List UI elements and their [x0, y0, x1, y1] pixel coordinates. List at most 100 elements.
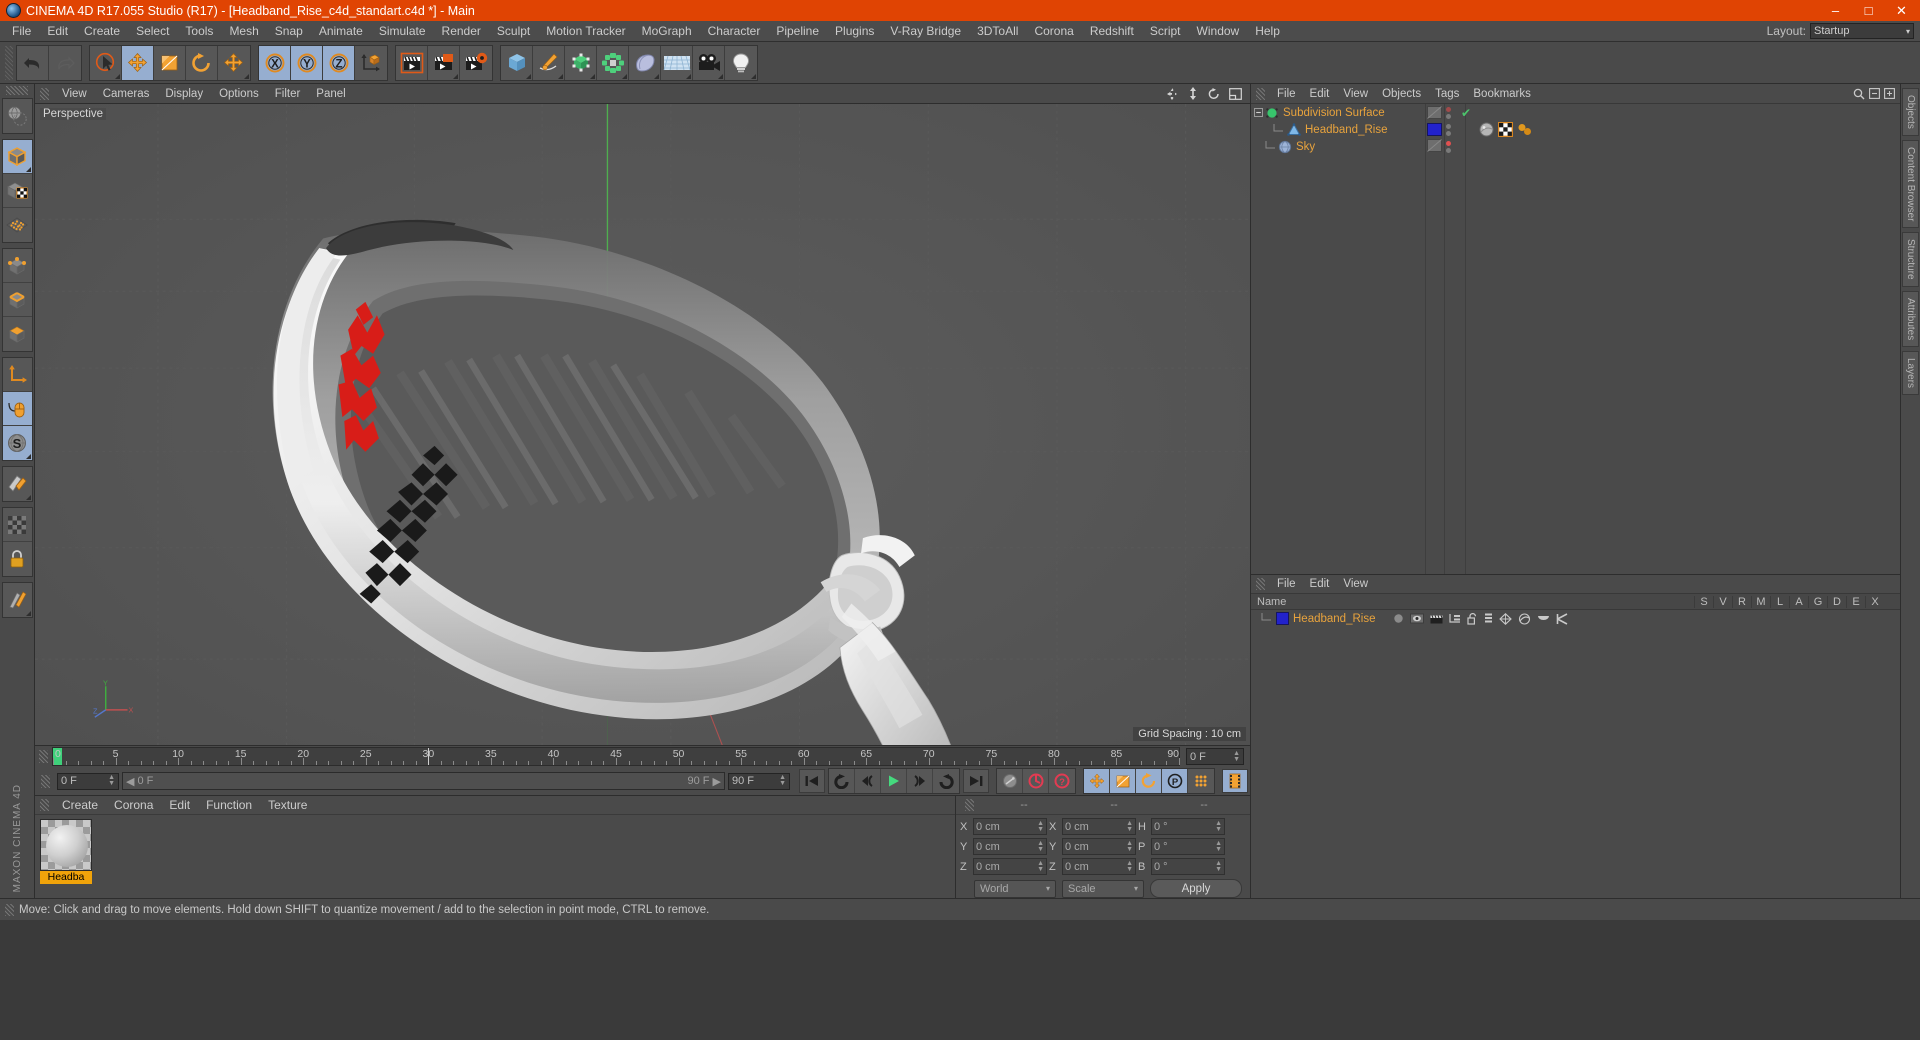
edges-mode-button[interactable] — [2, 283, 32, 317]
corona-tag-icon[interactable] — [1517, 122, 1533, 137]
timeline-frame-field[interactable]: 0 F ▲ ▼ — [1186, 748, 1244, 765]
layer-color-swatch[interactable] — [1276, 612, 1289, 625]
keyframe-selection-button[interactable]: ? — [1049, 769, 1075, 793]
timeline-grip[interactable] — [39, 750, 48, 763]
maximize-view-icon[interactable] — [1229, 87, 1242, 100]
xpresso-icon[interactable] — [1556, 612, 1569, 625]
make-editable-button[interactable] — [2, 99, 32, 133]
menu-snap[interactable]: Snap — [267, 21, 311, 42]
key-parameter-button[interactable]: P — [1162, 769, 1188, 793]
rot-p-input[interactable]: 0 ° ▲ ▼ — [1151, 838, 1225, 855]
menu-tools[interactable]: Tools — [177, 21, 221, 42]
close-button[interactable]: ✕ — [1885, 0, 1918, 21]
eye-icon[interactable] — [1410, 613, 1425, 624]
texture-mode-button[interactable] — [2, 174, 32, 208]
editor-visibility-dot[interactable] — [1446, 140, 1451, 146]
viewport-menu-display[interactable]: Display — [157, 84, 211, 104]
add-cube-button[interactable] — [501, 45, 533, 80]
menu-3dtoall[interactable]: 3DToAll — [969, 21, 1026, 42]
move-tool-button[interactable] — [122, 45, 154, 80]
timeline-filmstrip-button[interactable] — [1222, 769, 1248, 793]
add-light-button[interactable] — [725, 45, 757, 80]
menu-mesh[interactable]: Mesh — [221, 21, 266, 42]
om2-menu-file[interactable]: File — [1270, 575, 1303, 594]
tab-objects[interactable]: Objects — [1902, 88, 1919, 136]
object-axis-mode-button[interactable] — [2, 358, 32, 392]
viewport-menu-panel[interactable]: Panel — [308, 84, 353, 104]
render-view-button[interactable] — [396, 45, 428, 80]
lock-x-button[interactable]: X — [259, 45, 291, 80]
om2-menu-edit[interactable]: Edit — [1303, 575, 1337, 594]
menu-pipeline[interactable]: Pipeline — [768, 21, 827, 42]
rot-h-input[interactable]: 0 ° ▲ ▼ — [1151, 818, 1225, 835]
transform-mode-dropdown[interactable]: Scale ▾ — [1062, 879, 1144, 898]
col-d[interactable]: D — [1827, 595, 1846, 608]
menu-redshift[interactable]: Redshift — [1082, 21, 1142, 42]
spinner-icon[interactable]: ▲ ▼ — [1126, 840, 1133, 853]
spinner-icon[interactable]: ▲ ▼ — [1233, 750, 1240, 763]
add-floor-button[interactable] — [661, 45, 693, 80]
spinner-icon[interactable]: ▲ ▼ — [1215, 860, 1222, 873]
anim-icon[interactable] — [1484, 613, 1493, 625]
mm-menu-edit[interactable]: Edit — [161, 795, 198, 816]
menu-plugins[interactable]: Plugins — [827, 21, 882, 42]
menu-simulate[interactable]: Simulate — [371, 21, 434, 42]
rotate-tool-button[interactable] — [186, 45, 218, 80]
col-m[interactable]: M — [1751, 595, 1770, 608]
spinner-icon[interactable]: ▲ ▼ — [108, 774, 115, 787]
maximize-button[interactable]: □ — [1852, 0, 1885, 21]
apply-button[interactable]: Apply — [1150, 879, 1242, 898]
timeline-playhead[interactable] — [428, 748, 430, 765]
om-menu-edit[interactable]: Edit — [1303, 84, 1337, 104]
render-settings-button[interactable] — [460, 45, 492, 80]
col-e[interactable]: E — [1846, 595, 1865, 608]
minimize-button[interactable]: – — [1819, 0, 1852, 21]
menu-file[interactable]: File — [4, 21, 39, 42]
pos-z-input[interactable]: 0 cm ▲ ▼ — [973, 858, 1047, 875]
pos-x-input[interactable]: 0 cm ▲ ▼ — [973, 818, 1047, 835]
scale-tool-button[interactable] — [154, 45, 186, 80]
tab-structure[interactable]: Structure — [1902, 232, 1919, 287]
om-menu-view[interactable]: View — [1336, 84, 1375, 104]
size-z-input[interactable]: 0 cm ▲ ▼ — [1062, 858, 1136, 875]
viewport-menu-filter[interactable]: Filter — [267, 84, 309, 104]
lock-y-button[interactable]: Y — [291, 45, 323, 80]
visibility-toggle-icon[interactable] — [1427, 138, 1442, 152]
viewport-menu-view[interactable]: View — [54, 84, 95, 104]
mm-menu-create[interactable]: Create — [54, 795, 106, 816]
size-x-input[interactable]: 0 cm ▲ ▼ — [1062, 818, 1136, 835]
col-a[interactable]: A — [1789, 595, 1808, 608]
left-palette-grip[interactable] — [6, 86, 28, 95]
layer-color-swatch[interactable] — [1427, 123, 1442, 136]
enable-snap-button[interactable] — [2, 392, 32, 426]
menu-sculpt[interactable]: Sculpt — [489, 21, 538, 42]
col-name[interactable]: Name — [1251, 596, 1694, 608]
expression-icon[interactable] — [1537, 613, 1550, 624]
material-manager-grip[interactable] — [40, 799, 49, 811]
om2-menu-view[interactable]: View — [1336, 575, 1375, 594]
menu-mograph[interactable]: MoGraph — [634, 21, 700, 42]
spinner-icon[interactable]: ▲ ▼ — [1037, 860, 1044, 873]
mm-menu-function[interactable]: Function — [198, 795, 260, 816]
unlock-icon[interactable] — [1467, 612, 1478, 625]
pan-icon[interactable] — [1166, 87, 1178, 100]
add-scene-object-button[interactable] — [629, 45, 661, 80]
scale-snap-button[interactable]: S — [2, 426, 32, 460]
menu-create[interactable]: Create — [76, 21, 128, 42]
menu-render[interactable]: Render — [434, 21, 489, 42]
col-g[interactable]: G — [1808, 595, 1827, 608]
dot-icon[interactable] — [1393, 613, 1404, 624]
toolbar-grip[interactable] — [5, 45, 13, 80]
generator-icon[interactable] — [1499, 612, 1513, 625]
workplane-mode-button[interactable] — [2, 208, 32, 242]
step-back-button[interactable] — [855, 769, 881, 793]
undo-button[interactable] — [17, 45, 49, 80]
size-y-input[interactable]: 0 cm ▲ ▼ — [1062, 838, 1136, 855]
redo-button[interactable] — [49, 45, 81, 80]
col-x[interactable]: X — [1865, 595, 1884, 608]
lock-selection-button[interactable] — [2, 542, 32, 576]
goto-start-button[interactable] — [799, 769, 825, 793]
model-mode-button[interactable] — [2, 140, 32, 174]
menu-vray-bridge[interactable]: V-Ray Bridge — [882, 21, 969, 42]
key-pla-button[interactable] — [1188, 769, 1214, 793]
